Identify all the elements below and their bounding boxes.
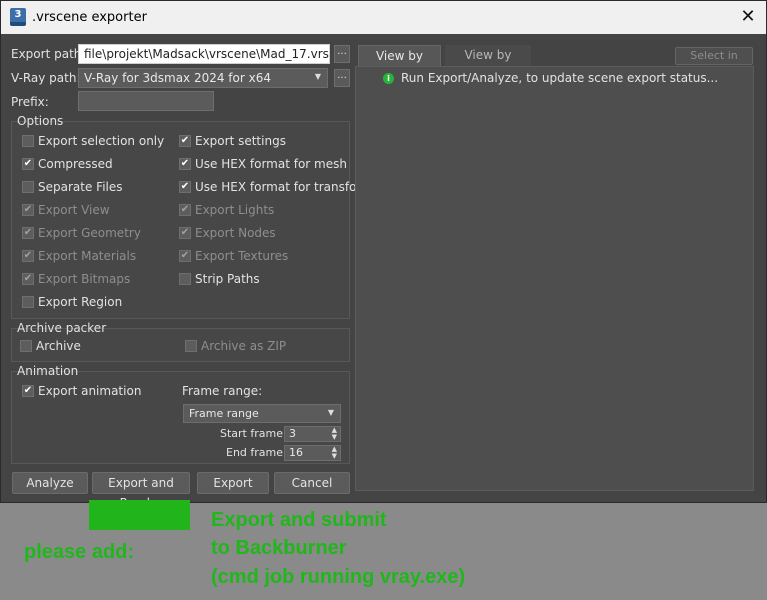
checkbox-box bbox=[179, 273, 191, 285]
checkmark-icon: ✔ bbox=[22, 250, 34, 262]
frame-range-value: Frame range bbox=[189, 407, 259, 420]
checkbox-box bbox=[22, 135, 34, 147]
options-group-title: Options bbox=[17, 114, 64, 128]
vray-path-label: V-Ray path: bbox=[11, 71, 81, 85]
tab-view-by-errors[interactable]: View by errors bbox=[358, 45, 441, 83]
checkmark-icon: ✔ bbox=[179, 135, 191, 147]
end-frame-label: End frame: bbox=[226, 446, 287, 459]
vray-path-browse-button[interactable]: ... bbox=[334, 69, 350, 87]
window-title: .vrscene exporter bbox=[32, 10, 147, 25]
annotation-please-add: please add: bbox=[24, 541, 135, 563]
vray-path-value: V-Ray for 3dsmax 2024 for x64 bbox=[84, 71, 271, 85]
start-frame-label: Start frame: bbox=[220, 427, 287, 440]
title-bar: 3 .vrscene exporter ✕ bbox=[1, 1, 766, 34]
annotation-highlight bbox=[89, 500, 190, 530]
export-and-render-button[interactable]: Export and Render bbox=[92, 472, 190, 510]
checkmark-icon: ✔ bbox=[179, 250, 191, 262]
chevron-down-icon: ▼ bbox=[314, 72, 321, 81]
checkmark-icon: ✔ bbox=[22, 227, 34, 239]
spinner-arrows-icon[interactable]: ▲ ▼ bbox=[332, 446, 337, 460]
annotation-line-2: to Backburner bbox=[211, 537, 347, 559]
checkmark-icon: ✔ bbox=[22, 273, 34, 285]
export-path-browse-button[interactable]: ... bbox=[334, 45, 350, 63]
animation-title: Animation bbox=[17, 364, 79, 378]
end-frame-spinner[interactable]: 16 ▲ ▼ bbox=[284, 445, 341, 461]
chevron-down-icon: ▼ bbox=[327, 408, 334, 417]
checkmark-icon: ✔ bbox=[179, 227, 191, 239]
info-icon: i bbox=[383, 73, 394, 84]
end-frame-value: 16 bbox=[289, 446, 303, 459]
annotation-line-3: (cmd job running vray.exe) bbox=[211, 566, 466, 588]
spinner-arrows-icon[interactable]: ▲ ▼ bbox=[332, 427, 337, 441]
select-in-scene-button[interactable]: Select in scene bbox=[675, 47, 753, 78]
export-button[interactable]: Export bbox=[197, 472, 269, 494]
checkmark-icon: ✔ bbox=[179, 158, 191, 170]
checkmark-icon: ✔ bbox=[22, 158, 34, 170]
archive-packer-title: Archive packer bbox=[17, 321, 107, 335]
analyze-button[interactable]: Analyze bbox=[12, 472, 88, 494]
vrscene-exporter-window: 3 .vrscene exporter ✕ Export path: file\… bbox=[0, 0, 767, 510]
errors-list: i Run Export/Analyze, to update scene ex… bbox=[355, 66, 754, 491]
start-frame-spinner[interactable]: 3 ▲ ▼ bbox=[284, 426, 341, 442]
prefix-input[interactable] bbox=[78, 91, 214, 111]
frame-range-select[interactable]: Frame range ▼ bbox=[183, 404, 341, 423]
vray-path-select[interactable]: V-Ray for 3dsmax 2024 for x64 ▼ bbox=[78, 68, 328, 88]
tab-view-by-nodes[interactable]: View by nodes bbox=[445, 45, 531, 82]
checkbox-box bbox=[22, 296, 34, 308]
options-group bbox=[11, 121, 350, 319]
cancel-button[interactable]: Cancel bbox=[274, 472, 350, 494]
checkmark-icon: ✔ bbox=[179, 181, 191, 193]
checkmark-icon: ✔ bbox=[179, 204, 191, 216]
checkbox-box bbox=[20, 340, 32, 352]
annotation-line-1: Export and submit bbox=[211, 509, 387, 531]
status-message: Run Export/Analyze, to update scene expo… bbox=[401, 71, 719, 85]
checkbox-box bbox=[185, 340, 197, 352]
start-frame-value: 3 bbox=[289, 427, 296, 440]
close-icon[interactable]: ✕ bbox=[738, 7, 758, 27]
prefix-label: Prefix: bbox=[11, 95, 49, 109]
checkmark-icon: ✔ bbox=[22, 204, 34, 216]
checkmark-icon: ✔ bbox=[22, 385, 34, 397]
frame-range-label: Frame range: bbox=[182, 384, 263, 398]
export-path-label: Export path: bbox=[11, 47, 86, 61]
checkbox-box bbox=[22, 181, 34, 193]
export-path-input[interactable]: file\projekt\Madsack\vrscene\Mad_17.vrsc… bbox=[78, 44, 330, 64]
app-icon: 3 bbox=[10, 8, 26, 26]
